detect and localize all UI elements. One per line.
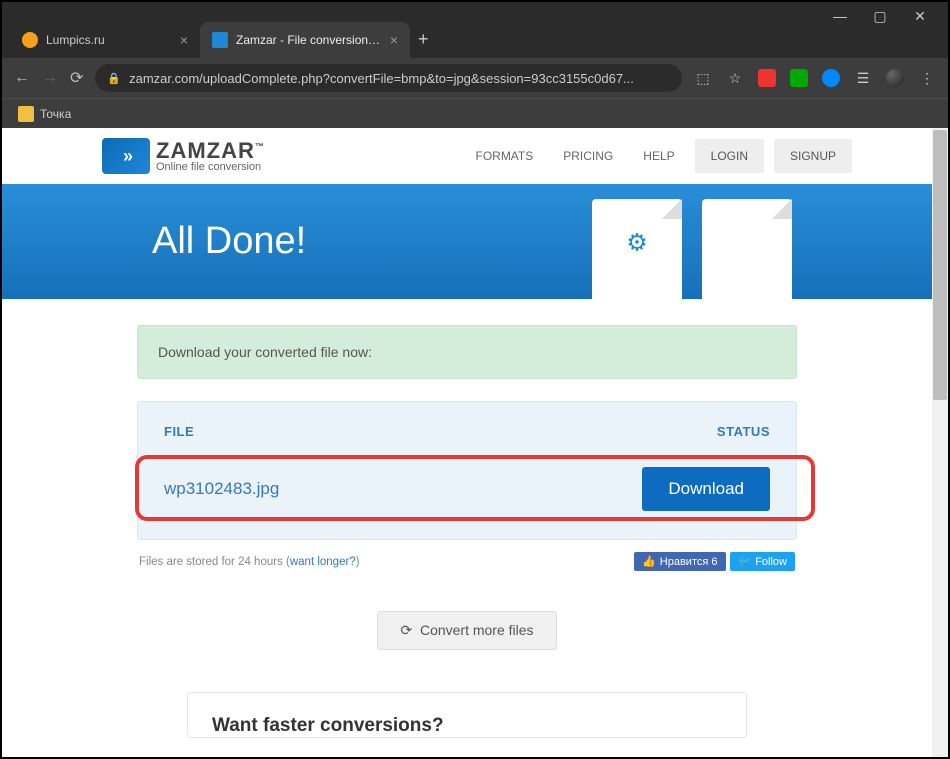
window-controls: — ▢ ✕ <box>820 2 940 25</box>
close-button[interactable]: ✕ <box>900 8 940 25</box>
maximize-button[interactable]: ▢ <box>860 8 900 25</box>
browser-titlebar: Lumpics.ru × Zamzar - File conversion pr… <box>2 2 948 58</box>
hero-banner: All Done! ⚙ <box>2 184 932 299</box>
favicon-zamzar <box>212 32 228 48</box>
browser-toolbar: ← → ⟳ 🔒 zamzar.com/uploadComplete.php?co… <box>2 58 948 98</box>
success-alert: Download your converted file now: <box>137 325 797 379</box>
tab-lumpics[interactable]: Lumpics.ru × <box>10 22 200 58</box>
reload-button[interactable]: ⟳ <box>70 68 83 88</box>
bookmark-folder-icon <box>18 106 34 122</box>
url-text: zamzar.com/uploadComplete.php?convertFil… <box>129 71 634 86</box>
lock-icon: 🔒 <box>107 72 121 85</box>
extension-blue[interactable] <box>822 69 840 87</box>
download-panel: FILE STATUS wp3102483.jpg Download <box>137 401 797 540</box>
nav-formats[interactable]: FORMATS <box>465 141 543 171</box>
nav-help[interactable]: HELP <box>633 141 684 171</box>
menu-icon[interactable]: ⋮ <box>918 69 936 87</box>
main-content: Download your converted file now: FILE S… <box>127 325 807 738</box>
faster-conversions-panel: Want faster conversions? <box>187 692 747 738</box>
forward-button: → <box>42 69 58 87</box>
star-icon[interactable]: ☆ <box>726 69 744 87</box>
reading-list-icon[interactable]: ☰ <box>854 69 872 87</box>
extension-opera[interactable] <box>758 69 776 87</box>
close-icon[interactable]: × <box>180 32 188 48</box>
address-bar[interactable]: 🔒 zamzar.com/uploadComplete.php?convertF… <box>95 64 682 92</box>
refresh-icon: ⟳ <box>400 622 412 638</box>
bookmark-item[interactable]: Точка <box>40 107 71 121</box>
tab-title: Zamzar - File conversion progres <box>236 33 382 47</box>
logo-icon: » <box>102 138 150 174</box>
col-file: FILE <box>164 424 194 439</box>
gear-icon: ⚙ <box>626 229 648 258</box>
scrollbar-thumb[interactable] <box>933 130 947 400</box>
nav-pricing[interactable]: PRICING <box>553 141 623 171</box>
main-nav: FORMATS PRICING HELP LOGIN SIGNUP <box>465 139 852 173</box>
filename-link[interactable]: wp3102483.jpg <box>164 479 279 499</box>
close-icon[interactable]: × <box>390 32 398 48</box>
hero-decoration: ⚙ <box>592 199 792 299</box>
new-tab-button[interactable]: + <box>410 29 437 50</box>
download-button[interactable]: Download <box>642 467 770 511</box>
storage-note: Files are stored for 24 hours (want long… <box>139 552 795 571</box>
bookmarks-bar: Точка <box>2 98 948 128</box>
twitter-follow-button[interactable]: 🐦 Follow <box>730 552 796 571</box>
file-row: wp3102483.jpg Download <box>164 467 770 525</box>
tab-title: Lumpics.ru <box>46 33 172 47</box>
page-viewport: » ZAMZAR™ Online file conversion FORMATS… <box>2 128 948 757</box>
site-header: » ZAMZAR™ Online file conversion FORMATS… <box>2 128 932 184</box>
social-buttons: 👍 Нравится 6 🐦 Follow <box>634 552 795 571</box>
file-icon: ⚙ <box>592 199 682 299</box>
profile-avatar[interactable] <box>886 69 904 87</box>
tab-zamzar[interactable]: Zamzar - File conversion progres × <box>200 22 410 58</box>
convert-more-button[interactable]: ⟳ Convert more files <box>377 611 556 650</box>
logo-text: ZAMZAR™ Online file conversion <box>156 140 265 173</box>
col-status: STATUS <box>717 424 770 439</box>
hero-title: All Done! <box>152 220 306 263</box>
scrollbar[interactable] <box>932 128 948 757</box>
logo[interactable]: » ZAMZAR™ Online file conversion <box>102 138 265 174</box>
favicon-lumpics <box>22 32 38 48</box>
faster-heading: Want faster conversions? <box>212 715 722 737</box>
extension-green[interactable] <box>790 69 808 87</box>
nav-login[interactable]: LOGIN <box>695 139 764 173</box>
facebook-like-button[interactable]: 👍 Нравится 6 <box>634 552 725 571</box>
back-button[interactable]: ← <box>14 69 30 87</box>
translate-icon[interactable]: ⬚ <box>694 69 712 87</box>
toolbar-extensions: ⬚ ☆ ☰ ⋮ <box>694 69 936 87</box>
panel-header: FILE STATUS <box>164 424 770 439</box>
file-icon <box>702 199 792 299</box>
minimize-button[interactable]: — <box>820 8 860 25</box>
nav-signup[interactable]: SIGNUP <box>774 139 852 173</box>
want-longer-link[interactable]: want longer? <box>290 556 356 568</box>
